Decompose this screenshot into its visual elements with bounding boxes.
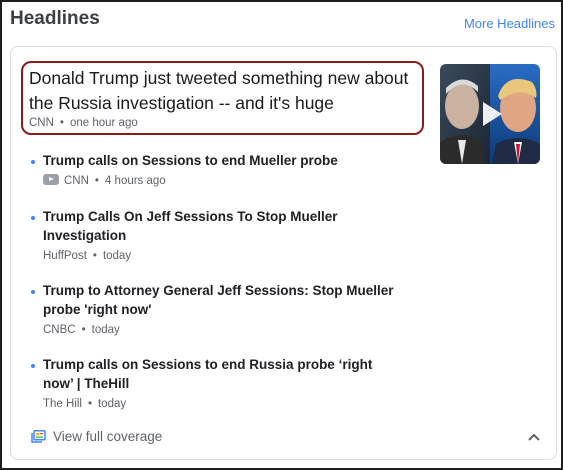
top-story-time: one hour ago <box>69 117 138 129</box>
more-headlines-link[interactable]: More Headlines <box>464 16 555 31</box>
story-title[interactable]: Trump to Attorney General Jeff Sessions:… <box>43 281 403 319</box>
view-full-coverage-label[interactable]: View full coverage <box>53 429 162 444</box>
story-meta: The Hill • today <box>43 398 126 410</box>
panel-header: Headlines More Headlines <box>10 8 555 38</box>
separator-dot: • <box>94 175 99 187</box>
story-title[interactable]: Trump calls on Sessions to end Russia pr… <box>43 355 403 393</box>
story-meta: CNBC • today <box>43 324 120 336</box>
bullet-icon <box>31 216 35 220</box>
section-title: Headlines <box>10 8 100 29</box>
separator-dot: • <box>87 398 93 410</box>
story-time: today <box>102 250 132 262</box>
story-source: CNN <box>64 175 89 187</box>
play-icon <box>483 102 502 126</box>
top-story-meta: CNN • one hour ago <box>29 117 138 129</box>
separator-dot: • <box>92 250 97 262</box>
story-source: HuffPost <box>43 250 87 262</box>
youtube-icon <box>43 174 59 186</box>
full-coverage-icon <box>31 429 46 443</box>
bullet-icon <box>31 160 35 164</box>
bullet-icon <box>31 290 35 294</box>
story-time: today <box>98 398 127 410</box>
story-time: today <box>91 324 120 336</box>
story-meta: CNN • 4 hours ago <box>43 174 166 187</box>
separator-dot: • <box>81 324 86 336</box>
top-story-link[interactable]: Donald Trump just tweeted something new … <box>21 61 424 135</box>
headlines-panel: Headlines More Headlines Donald Trump ju… <box>0 0 563 470</box>
top-story-thumbnail[interactable] <box>440 64 540 164</box>
story-source: The Hill <box>43 398 82 410</box>
story-source: CNBC <box>43 324 76 336</box>
story-cluster-card: Donald Trump just tweeted something new … <box>10 46 557 460</box>
bullet-icon <box>31 364 35 368</box>
story-title[interactable]: Trump calls on Sessions to end Mueller p… <box>43 151 403 170</box>
story-time: 4 hours ago <box>104 175 166 187</box>
view-full-coverage-button[interactable]: View full coverage <box>31 429 162 444</box>
top-story-source: CNN <box>29 117 54 129</box>
story-meta: HuffPost • today <box>43 250 131 262</box>
story-title[interactable]: Trump Calls On Jeff Sessions To Stop Mue… <box>43 207 403 245</box>
top-story-headline[interactable]: Donald Trump just tweeted something new … <box>29 66 424 116</box>
separator-dot: • <box>59 117 64 129</box>
chevron-up-icon[interactable] <box>527 432 541 442</box>
